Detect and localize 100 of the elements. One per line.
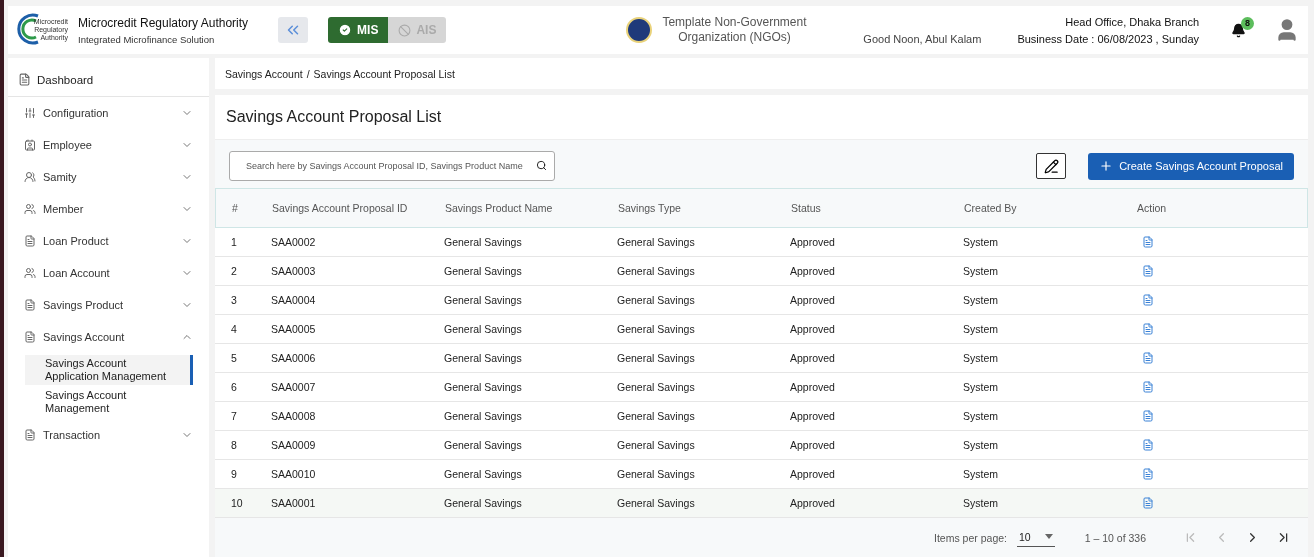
table-cell-text: Approved bbox=[790, 323, 836, 335]
table-cell-text: 10 bbox=[231, 497, 244, 509]
create-button[interactable]: Create Savings Account Proposal bbox=[1088, 152, 1294, 180]
table-cell-text: General Savings bbox=[444, 236, 523, 248]
document-icon[interactable] bbox=[1142, 323, 1154, 335]
document-icon[interactable] bbox=[1142, 381, 1154, 393]
column-header: Savings Type bbox=[618, 202, 682, 214]
table-cell-text: 5 bbox=[231, 352, 238, 364]
menu-item-icon bbox=[24, 203, 36, 215]
sidebar-subitem[interactable]: Savings Account Management bbox=[25, 387, 193, 417]
table-cell-text: 6 bbox=[231, 381, 238, 393]
branch-name: Head Office, Dhaka Branch bbox=[1065, 15, 1199, 28]
table-cell-text: 2 bbox=[231, 265, 238, 277]
collapse-sidebar-button[interactable] bbox=[278, 17, 309, 43]
table-cell-text: General Savings bbox=[617, 497, 696, 509]
column-header: Action bbox=[1137, 202, 1168, 214]
table-cell-text: System bbox=[963, 439, 999, 451]
table-cell-text: General Savings bbox=[444, 294, 523, 306]
breadcrumb-separator: / bbox=[306, 67, 310, 80]
document-icon[interactable] bbox=[1142, 497, 1154, 509]
table-cell-text: SAA0006 bbox=[271, 352, 317, 364]
document-icon[interactable] bbox=[1142, 236, 1154, 248]
column-header: # bbox=[232, 202, 239, 214]
business-date: Business Date : 06/08/2023 , Sunday bbox=[1017, 32, 1199, 45]
table-cell-text: 8 bbox=[231, 439, 238, 451]
table-cell-text: General Savings bbox=[444, 410, 523, 422]
document-icon[interactable] bbox=[1142, 352, 1154, 364]
column-header: Status bbox=[791, 202, 822, 214]
document-icon[interactable] bbox=[1142, 468, 1154, 480]
notification-bell-icon[interactable] bbox=[1231, 22, 1246, 38]
table-cell-text: System bbox=[963, 352, 999, 364]
sidebar-item[interactable]: Employee bbox=[8, 129, 209, 161]
sidebar-item[interactable]: Savings Product bbox=[8, 289, 209, 321]
breadcrumb-item[interactable]: Savings Account Proposal List bbox=[313, 67, 455, 80]
table-cell-text: Approved bbox=[790, 352, 836, 364]
table-cell-text: SAA0004 bbox=[271, 294, 317, 306]
pencil-icon bbox=[1043, 158, 1059, 174]
document-icon[interactable] bbox=[1142, 410, 1154, 422]
table-cell-text: SAA0010 bbox=[271, 468, 317, 480]
org-name: Microcredit Regulatory Authority bbox=[78, 15, 249, 30]
menu-item-icon bbox=[24, 171, 36, 183]
menu-item-icon bbox=[24, 299, 36, 311]
sidebar-subitem[interactable]: Savings Account Application Management bbox=[25, 355, 193, 385]
table-cell-text: Approved bbox=[790, 439, 836, 451]
table-cell-text: SAA0001 bbox=[271, 497, 317, 509]
table-cell-text: General Savings bbox=[617, 265, 696, 277]
table-cell-text: System bbox=[963, 381, 999, 393]
table-cell-text: SAA0008 bbox=[271, 410, 317, 422]
sidebar-item[interactable]: Configuration bbox=[8, 97, 209, 129]
module-tab[interactable]: MIS bbox=[328, 17, 389, 43]
table-cell-text: System bbox=[963, 236, 999, 248]
table-cell-text: General Savings bbox=[617, 323, 696, 335]
table-cell-text: 7 bbox=[231, 410, 238, 422]
sidebar-item[interactable]: Loan Product bbox=[8, 225, 209, 257]
sidebar-item[interactable]: Transaction bbox=[8, 419, 209, 451]
document-icon[interactable] bbox=[1142, 265, 1154, 277]
table-cell-text: 3 bbox=[231, 294, 238, 306]
table-cell-text: System bbox=[963, 468, 999, 480]
table-cell-text: General Savings bbox=[617, 468, 696, 480]
sidebar-item[interactable]: Samity bbox=[8, 161, 209, 193]
sidebar-item[interactable]: Savings Account bbox=[8, 321, 209, 353]
plus-icon bbox=[1099, 159, 1114, 173]
search-field[interactable]: Search here by Savings Account Proposal ID, Savings Product Name bbox=[229, 151, 555, 181]
page-range: 1 – 10 of 336 bbox=[1084, 531, 1146, 544]
table-cell-text: 4 bbox=[231, 323, 238, 335]
items-per-page-label: Items per page: bbox=[934, 531, 1007, 544]
table-cell-text: SAA0009 bbox=[271, 439, 317, 451]
table-cell-text: Approved bbox=[790, 468, 836, 480]
emblem-icon bbox=[626, 17, 653, 43]
column-header: Savings Product Name bbox=[445, 202, 554, 214]
table-cell-text: Approved bbox=[790, 236, 836, 248]
menu-item-icon bbox=[24, 107, 36, 119]
organization-name: Template Non-Government Organization (NGOs) bbox=[662, 15, 807, 45]
notification-count: 8 bbox=[1241, 16, 1254, 30]
org-subtitle: Integrated Microfinance Solution bbox=[78, 33, 216, 45]
table-cell-text: General Savings bbox=[444, 497, 523, 509]
table-cell-text: SAA0002 bbox=[271, 236, 317, 248]
table-cell-text: System bbox=[963, 410, 999, 422]
table-cell-text: SAA0007 bbox=[271, 381, 317, 393]
search-icon bbox=[536, 160, 547, 171]
document-icon[interactable] bbox=[1142, 439, 1154, 451]
menu-item-icon bbox=[24, 429, 36, 441]
column-header: Savings Account Proposal ID bbox=[272, 202, 409, 214]
ban-icon bbox=[398, 23, 412, 37]
column-header: Created By bbox=[964, 202, 1018, 214]
table-cell-text: General Savings bbox=[617, 294, 696, 306]
sidebar-item[interactable]: Loan Account bbox=[8, 257, 209, 289]
page-size-select[interactable]: 10 bbox=[1017, 528, 1055, 547]
column-settings-button[interactable] bbox=[1036, 153, 1067, 179]
table-cell-text: System bbox=[963, 265, 999, 277]
table-cell-text: SAA0005 bbox=[271, 323, 317, 335]
check-circle-icon bbox=[338, 23, 353, 37]
table-cell-text: General Savings bbox=[617, 236, 696, 248]
breadcrumb-item[interactable]: Savings Account bbox=[225, 67, 303, 80]
menu-item-icon bbox=[24, 139, 36, 151]
table-cell-text: General Savings bbox=[444, 352, 523, 364]
document-icon[interactable] bbox=[1142, 294, 1154, 306]
menu-item-icon bbox=[24, 331, 36, 343]
sidebar-item[interactable]: Member bbox=[8, 193, 209, 225]
table-cell-text: SAA0003 bbox=[271, 265, 317, 277]
